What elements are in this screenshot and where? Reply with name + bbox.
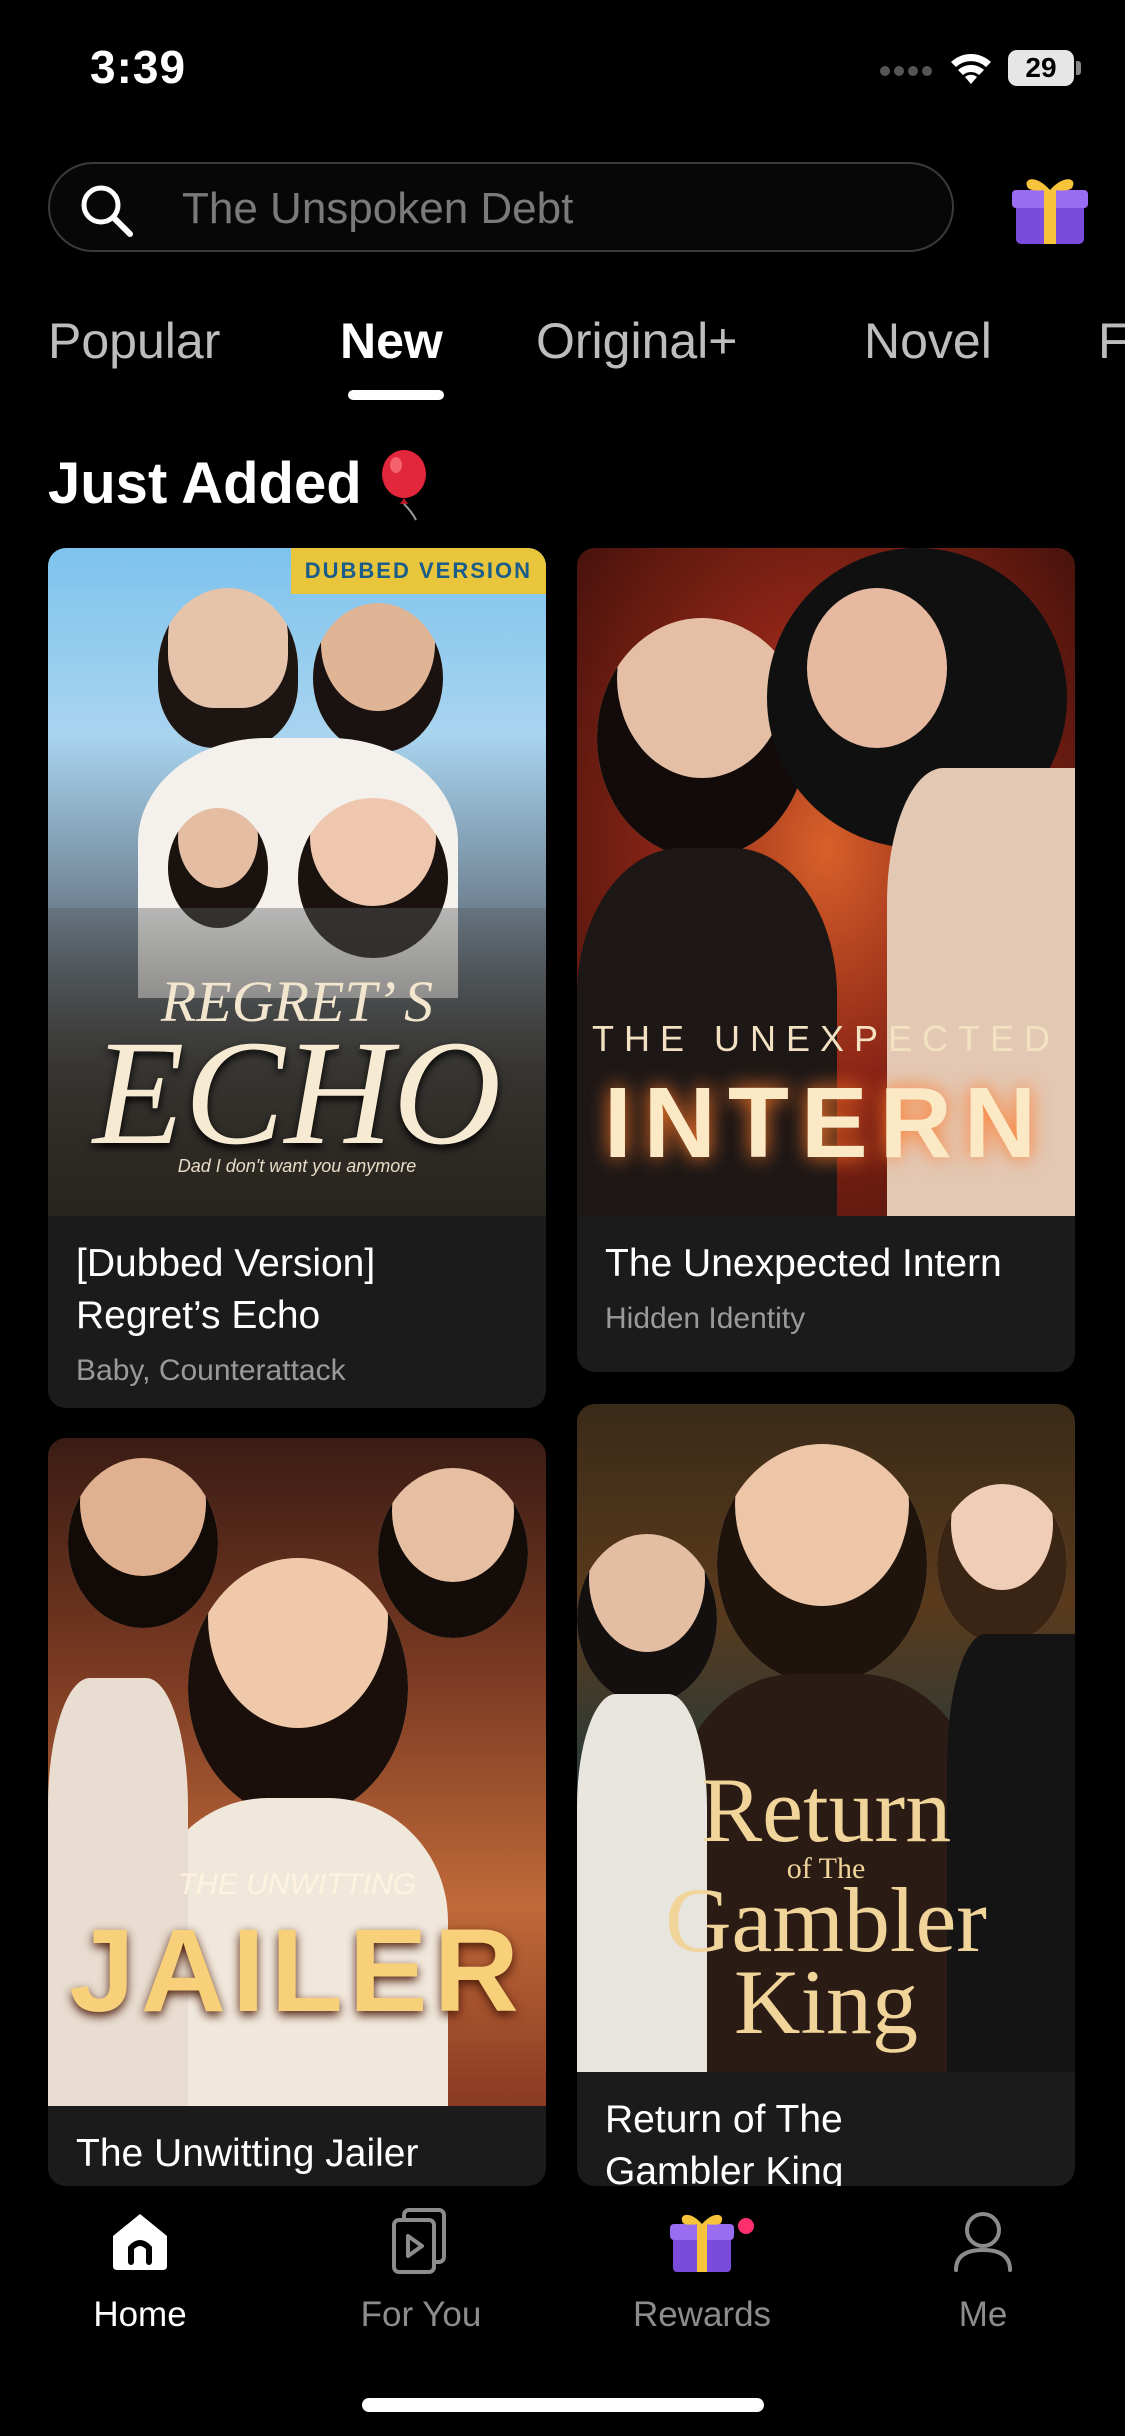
card-tags: Hidden Identity xyxy=(605,1302,806,1335)
home-icon xyxy=(113,2214,167,2270)
status-time: 3:39 xyxy=(90,41,187,93)
cellular-signal-icon xyxy=(880,66,932,76)
search-placeholder: The Unspoken Debt xyxy=(182,184,574,233)
nav-for-you[interactable]: For You xyxy=(321,2206,521,2335)
active-tab-indicator xyxy=(348,390,444,400)
tab-new[interactable]: New xyxy=(340,312,443,370)
section-title: Just Added xyxy=(48,451,362,516)
notification-dot xyxy=(738,2218,754,2234)
poster-image: Return of The Gambler King xyxy=(577,1404,1075,2072)
poster-title-line1: Return xyxy=(700,1759,952,1861)
gift-icon[interactable] xyxy=(1010,168,1090,248)
nav-rewards[interactable]: Rewards xyxy=(602,2206,802,2335)
poster-title-main: ECHO xyxy=(92,1010,502,1176)
profile-icon xyxy=(954,2212,1012,2272)
tab-novel[interactable]: Novel xyxy=(864,312,992,370)
home-indicator xyxy=(362,2398,764,2412)
tab-popular[interactable]: Popular xyxy=(48,312,220,370)
search-input[interactable]: The Unspoken Debt xyxy=(48,162,954,252)
poster-image: DUBBED VERSION REGRET’ S ECHO Dad I don'… xyxy=(48,548,546,1216)
poster-tagline: Dad I don't want you anymore xyxy=(177,1156,417,1176)
drama-card[interactable]: DUBBED VERSION REGRET’ S ECHO Dad I don'… xyxy=(48,548,546,1408)
poster-title-main: JAILER xyxy=(69,1905,525,2037)
card-tags: Baby, Counterattack xyxy=(76,1354,346,1387)
search-icon xyxy=(81,185,133,237)
drama-card[interactable]: THE UNEXPECTED INTERN The Unexpected Int… xyxy=(577,548,1075,1372)
poster-title-line4: King xyxy=(734,1951,918,2053)
balloon-icon xyxy=(382,450,426,521)
battery-tip xyxy=(1076,61,1081,75)
tab-partial[interactable]: F xyxy=(1098,312,1125,370)
drama-card[interactable]: Return of The Gambler King Return of The… xyxy=(577,1404,1075,2186)
card-title-line1: Return of The xyxy=(605,2098,843,2141)
card-title-line1: [Dubbed Version] xyxy=(76,1242,376,1285)
battery-icon: 29 xyxy=(1008,50,1074,86)
poster-badge: DUBBED VERSION xyxy=(290,548,546,594)
nav-me[interactable]: Me xyxy=(883,2206,1083,2335)
nav-home-label: Home xyxy=(93,2295,187,2334)
card-title-line1: The Unexpected Intern xyxy=(605,1242,1002,1285)
nav-home[interactable]: Home xyxy=(40,2206,240,2335)
drama-card[interactable]: THE UNWITTING JAILER The Unwitting Jaile… xyxy=(48,1438,546,2186)
nav-rewards-label: Rewards xyxy=(632,2295,772,2334)
tab-original-plus[interactable]: Original+ xyxy=(536,312,738,370)
poster-image: THE UNWITTING JAILER xyxy=(48,1438,546,2106)
nav-for-you-label: For You xyxy=(360,2295,482,2334)
poster-title-top: THE UNEXPECTED xyxy=(591,1018,1061,1059)
wifi-icon xyxy=(951,54,991,84)
gift-icon xyxy=(670,2214,734,2272)
card-title-line2: Gambler King xyxy=(605,2150,844,2186)
card-title-line1: The Unwitting Jailer xyxy=(76,2132,419,2175)
poster-title-main: INTERN xyxy=(603,1067,1049,1179)
poster-title-top: THE UNWITTING xyxy=(177,1868,417,1901)
poster-image: THE UNEXPECTED INTERN xyxy=(577,548,1075,1216)
card-title-line2: Regret’s Echo xyxy=(76,1294,321,1337)
nav-me-label: Me xyxy=(958,2295,1008,2334)
for-you-icon xyxy=(392,2208,446,2274)
